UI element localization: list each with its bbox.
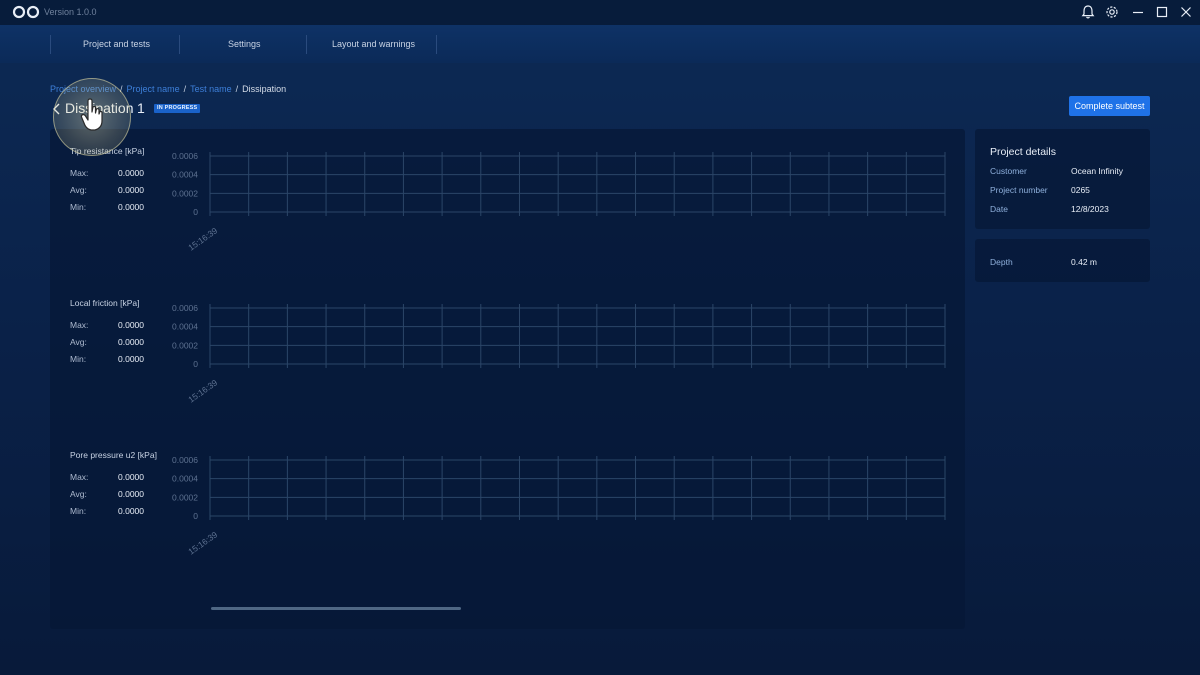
nav-divider: [50, 35, 51, 54]
detail-label-date: Date: [990, 204, 1008, 214]
detail-value-date: 12/8/2023: [1071, 204, 1109, 214]
y-tick-label: 0: [193, 207, 198, 217]
stat-label-avg: Avg:: [70, 185, 87, 195]
stat-label-avg: Avg:: [70, 337, 87, 347]
bell-icon[interactable]: [1080, 4, 1096, 20]
detail-value-project-number: 0265: [1071, 185, 1090, 195]
minimize-icon[interactable]: [1130, 4, 1146, 20]
stat-label-max: Max:: [70, 472, 89, 482]
y-tick-label: 0.0004: [172, 322, 198, 332]
complete-subtest-button[interactable]: Complete subtest: [1069, 96, 1150, 116]
stat-label-min: Min:: [70, 354, 87, 364]
stat-value-max: 0.0000: [118, 472, 144, 482]
stat-label-avg: Avg:: [70, 489, 87, 499]
stat-label-max: Max:: [70, 168, 89, 178]
maximize-icon[interactable]: [1154, 4, 1170, 20]
nav-item-project-and-tests[interactable]: Project and tests: [83, 39, 150, 49]
stat-value-avg: 0.0000: [118, 185, 144, 195]
chevron-left-icon[interactable]: [52, 102, 62, 116]
chart-plot: 0.0006 0.0004 0.0002 0 15:16:39: [172, 455, 946, 556]
nav-divider: [306, 35, 307, 54]
stat-value-min: 0.0000: [118, 354, 144, 364]
y-tick-label: 0.0006: [172, 455, 198, 465]
x-tick-label: 15:16:39: [186, 225, 219, 252]
stat-value-avg: 0.0000: [118, 337, 144, 347]
chart-tip-resistance: Tip resistance [kPa] Max: 0.0000 Avg: 0.…: [50, 142, 965, 292]
y-tick-label: 0.0006: [172, 303, 198, 313]
nav-divider: [436, 35, 437, 54]
depth-panel: Depth 0.42 m: [975, 239, 1150, 282]
detail-value-customer: Ocean Infinity: [1071, 166, 1123, 176]
subtest-number: 1: [137, 100, 145, 116]
x-tick-label: 15:16:39: [186, 529, 219, 556]
y-tick-label: 0.0002: [172, 492, 198, 502]
title-bar: Version 1.0.0: [0, 0, 1200, 25]
project-details-panel: Project details Customer Ocean Infinity …: [975, 129, 1150, 229]
detail-label-project-number: Project number: [990, 185, 1048, 195]
top-nav: Project and tests Settings Layout and wa…: [0, 25, 1200, 63]
nav-item-layout-and-warnings[interactable]: Layout and warnings: [332, 39, 415, 49]
stat-value-min: 0.0000: [118, 202, 144, 212]
chart-local-friction: Local friction [kPa] Max: 0.0000 Avg: 0.…: [50, 294, 965, 444]
stat-label-max: Max:: [70, 320, 89, 330]
status-badge: IN PROGRESS: [154, 104, 201, 113]
y-tick-label: 0.0004: [172, 170, 198, 180]
chart-plot: 0.0006 0.0004 0.0002 0 15:16:39: [172, 303, 946, 404]
y-tick-label: 0: [193, 359, 198, 369]
y-tick-label: 0.0002: [172, 188, 198, 198]
breadcrumb-separator: /: [120, 84, 123, 94]
breadcrumb-project-name[interactable]: Project name: [127, 84, 180, 94]
stat-value-avg: 0.0000: [118, 489, 144, 499]
detail-label-customer: Customer: [990, 166, 1027, 176]
breadcrumb-current: Dissipation: [242, 84, 287, 94]
nav-divider: [179, 35, 180, 54]
chart-plot: 0.0006 0.0004 0.0002 0 15:16:39: [172, 151, 946, 252]
breadcrumb-test-name[interactable]: Test name: [190, 84, 232, 94]
stat-value-max: 0.0000: [118, 320, 144, 330]
depth-label: Depth: [990, 257, 1013, 267]
gear-icon[interactable]: [1104, 4, 1120, 20]
chart-pore-pressure: Pore pressure u2 [kPa] Max: 0.0000 Avg: …: [50, 446, 965, 596]
breadcrumb-separator: /: [235, 84, 239, 94]
y-tick-label: 0.0006: [172, 151, 198, 161]
chart-title: Local friction [kPa]: [70, 298, 140, 308]
chart-title: Tip resistance [kPa]: [70, 146, 145, 156]
breadcrumb: Project overview / Project name / Test n…: [50, 84, 286, 94]
version-label: Version 1.0.0: [44, 7, 97, 17]
stat-label-min: Min:: [70, 506, 87, 516]
y-tick-label: 0: [193, 511, 198, 521]
stat-value-max: 0.0000: [118, 168, 144, 178]
stat-label-min: Min:: [70, 202, 87, 212]
page-title: Dissipation: [65, 100, 134, 116]
breadcrumb-project-overview[interactable]: Project overview: [50, 84, 116, 94]
depth-value: 0.42 m: [1071, 257, 1097, 267]
nav-item-settings[interactable]: Settings: [228, 39, 261, 49]
x-tick-label: 15:16:39: [186, 377, 219, 404]
y-tick-label: 0.0004: [172, 474, 198, 484]
charts-panel: Tip resistance [kPa] Max: 0.0000 Avg: 0.…: [50, 129, 965, 629]
chart-title: Pore pressure u2 [kPa]: [70, 450, 157, 460]
horizontal-scrollbar[interactable]: [211, 607, 461, 610]
project-details-title: Project details: [990, 146, 1056, 158]
stat-value-min: 0.0000: [118, 506, 144, 516]
y-tick-label: 0.0002: [172, 340, 198, 350]
breadcrumb-separator: /: [183, 84, 187, 94]
close-icon[interactable]: [1178, 4, 1194, 20]
infinity-logo-icon: [12, 5, 40, 19]
